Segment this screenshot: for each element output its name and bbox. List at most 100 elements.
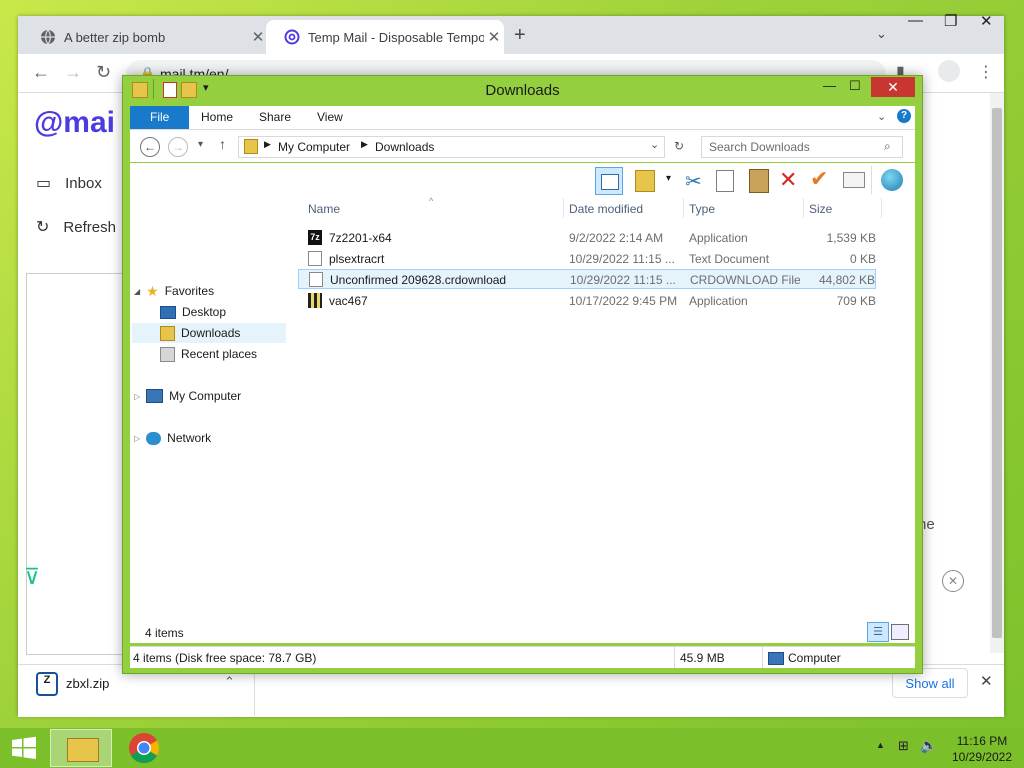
7zip-app-icon: 7z (308, 230, 322, 245)
start-button[interactable] (10, 736, 38, 760)
close-tab-icon[interactable]: ✕ (248, 28, 268, 46)
nav-my-computer[interactable]: ▷ My Computer (134, 386, 241, 406)
close-circle-icon[interactable]: ✕ (942, 570, 964, 592)
column-divider[interactable] (881, 198, 882, 218)
close-window-button[interactable]: ✕ (871, 77, 915, 97)
minimize-icon[interactable]: — (908, 12, 923, 29)
taskbar-explorer-button[interactable] (50, 729, 112, 767)
column-divider[interactable] (683, 198, 684, 218)
delete-icon[interactable]: ✕ (779, 167, 797, 193)
file-row-selected[interactable]: Unconfirmed 209628.crdownload 10/29/2022… (298, 269, 876, 289)
large-icons-view-icon[interactable] (891, 624, 909, 640)
breadcrumb-downloads[interactable]: Downloads (375, 140, 434, 154)
globe-icon[interactable] (881, 169, 903, 191)
breadcrumb-arrow-icon[interactable]: ▶ (264, 139, 271, 150)
nav-label: Desktop (182, 305, 227, 319)
file-row[interactable]: plsextracrt 10/29/2022 11:15 ... Text Do… (298, 249, 876, 269)
copy-icon[interactable] (716, 170, 734, 192)
recent-locations-icon[interactable]: ▾ (198, 139, 203, 150)
column-divider[interactable] (563, 198, 564, 218)
chevron-up-icon[interactable]: ⌃ (224, 674, 235, 690)
column-divider[interactable] (803, 198, 804, 218)
collapse-arrow-icon[interactable]: ◢ (134, 287, 140, 296)
file-size: 0 KB (849, 252, 876, 266)
close-window-icon[interactable]: ✕ (980, 12, 993, 30)
tab-title: Temp Mail - Disposable Tempora (308, 29, 484, 45)
file-size: 44,802 KB (818, 273, 875, 287)
nav-downloads[interactable]: Downloads (132, 323, 286, 343)
minimize-icon[interactable]: — (823, 78, 836, 93)
column-date[interactable]: Date modified (569, 202, 643, 216)
network-status-icon[interactable]: ⊞ (898, 738, 909, 754)
preview-pane-button[interactable] (595, 167, 623, 195)
status-location: Computer (788, 651, 841, 665)
tab-view[interactable]: View (305, 106, 355, 129)
expand-arrow-icon[interactable]: ▷ (134, 392, 140, 401)
show-hidden-icons-icon[interactable]: ▲ (876, 740, 885, 750)
new-tab-button[interactable]: + (514, 24, 526, 47)
maximize-icon[interactable]: ❐ (944, 12, 957, 30)
file-row[interactable]: 7z 7z2201-x64 9/2/2022 2:14 AM Applicati… (298, 228, 876, 248)
search-input[interactable]: Search Downloads ⌕ (701, 136, 903, 158)
details-view-icon[interactable]: ☰ (867, 622, 889, 642)
back-arrow-icon[interactable]: ← (140, 137, 160, 157)
cut-icon[interactable]: ✂ (685, 169, 702, 194)
column-size[interactable]: Size (809, 202, 832, 216)
file-row[interactable]: vac467 10/17/2022 9:45 PM Application 70… (298, 291, 876, 311)
breadcrumb-arrow-icon[interactable]: ▶ (361, 139, 368, 150)
sidebar-item-inbox[interactable]: ▭ Inbox (36, 173, 102, 193)
sidebar-item-label: Inbox (65, 174, 102, 192)
paste-icon[interactable] (749, 169, 769, 193)
tab-temp-mail[interactable]: Temp Mail - Disposable Tempora ✕ (266, 20, 504, 54)
move-to-icon[interactable] (635, 170, 655, 192)
tab-zip-bomb[interactable]: A better zip bomb ✕ (22, 20, 268, 54)
breadcrumb-my-computer[interactable]: My Computer (278, 140, 350, 154)
checkmark-icon[interactable]: ✔ (810, 166, 828, 192)
status-left: 4 items (Disk free space: 78.7 GB) (133, 651, 317, 665)
nav-favorites[interactable]: ◢ ★ Favorites (134, 281, 214, 301)
nav-recent-places[interactable]: Recent places (160, 344, 257, 364)
forward-arrow-icon[interactable]: → (64, 62, 82, 83)
taskbar-clock[interactable]: 11:16 PM 10/29/2022 (942, 733, 1022, 765)
expand-ribbon-icon[interactable]: ⌄ (877, 110, 886, 123)
nav-label: Favorites (164, 284, 215, 298)
volume-icon[interactable]: 🔈 (920, 737, 937, 754)
help-icon[interactable]: ? (897, 109, 911, 123)
back-arrow-icon[interactable]: ← (32, 62, 50, 83)
globe-icon (41, 29, 55, 45)
reload-icon[interactable]: ↻ (96, 62, 111, 83)
refresh-icon: ↻ (36, 219, 50, 236)
column-type[interactable]: Type (689, 202, 715, 216)
close-shelf-icon[interactable]: ✕ (980, 672, 993, 690)
forward-arrow-icon[interactable]: → (168, 137, 188, 157)
feedback-icon[interactable]: ⊽ (24, 564, 40, 590)
more-menu-icon[interactable]: ⋮ (978, 62, 994, 82)
column-name[interactable]: Name (308, 202, 340, 216)
at-sign-icon (284, 29, 300, 45)
logo-text: mai (63, 106, 115, 139)
close-tab-icon[interactable]: ✕ (484, 28, 504, 46)
file-name: Unconfirmed 209628.crdownload (330, 273, 507, 287)
maximize-icon[interactable]: ☐ (849, 78, 861, 94)
up-arrow-icon[interactable]: ↑ (219, 136, 226, 152)
chrome-icon (129, 733, 160, 764)
network-icon (146, 431, 162, 445)
tab-file[interactable]: File (130, 106, 190, 129)
tab-share[interactable]: Share (247, 106, 303, 129)
nav-network[interactable]: ▷ Network (134, 428, 211, 448)
file-size: 709 KB (836, 294, 876, 308)
refresh-icon[interactable]: ↻ (668, 136, 690, 156)
taskbar-chrome-button[interactable] (114, 729, 176, 767)
nav-desktop[interactable]: Desktop (160, 302, 226, 322)
avatar[interactable] (938, 60, 960, 82)
separator (674, 647, 675, 668)
dropdown-icon[interactable]: ▾ (666, 173, 671, 184)
address-dropdown-icon[interactable]: ⌄ (650, 138, 659, 151)
tab-home[interactable]: Home (189, 106, 245, 129)
search-icon[interactable]: ⌕ (884, 139, 891, 154)
tab-search-chevron-icon[interactable]: ⌄ (876, 26, 887, 42)
expand-arrow-icon[interactable]: ▷ (134, 434, 140, 443)
sidebar-item-refresh[interactable]: ↻ Refresh (36, 217, 116, 237)
scrollbar-thumb[interactable] (992, 108, 1002, 638)
rename-icon[interactable] (843, 172, 865, 188)
